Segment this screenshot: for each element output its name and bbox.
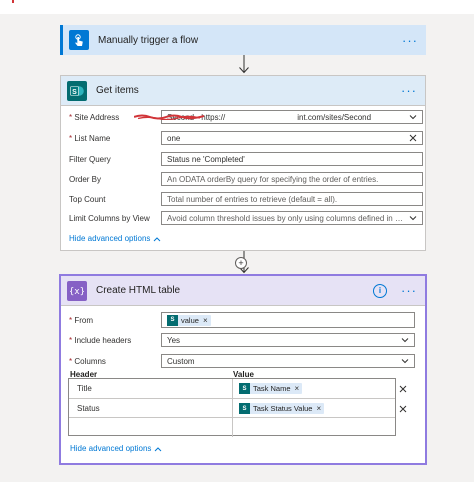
grid-value-cell[interactable]: S Task Name ×	[233, 379, 395, 398]
red-mark	[12, 0, 14, 3]
grid-value-cell-empty[interactable]	[233, 418, 395, 437]
limit-columns-placeholder: Avoid column threshold issues by only us…	[167, 213, 405, 223]
chevron-down-icon[interactable]	[409, 214, 417, 222]
info-icon[interactable]: i	[373, 283, 387, 298]
svg-text:{x}: {x}	[70, 287, 84, 297]
top-count-label: Top Count	[69, 194, 106, 204]
create-html-table-header[interactable]: {x} Create HTML table i ···	[61, 276, 425, 306]
delete-row-icon[interactable]	[399, 405, 407, 413]
chevron-up-icon	[155, 446, 162, 451]
include-headers-value: Yes	[167, 335, 181, 345]
dynamic-content-token[interactable]: S Task Status Value ×	[239, 403, 325, 414]
connector-arrow-1	[239, 55, 249, 74]
order-by-placeholder: An ODATA orderBy query for specifying th…	[167, 174, 379, 184]
hide-advanced-options-link[interactable]: Hide advanced options	[69, 234, 161, 243]
order-by-label: Order By	[69, 174, 102, 184]
trigger-header[interactable]: Manually trigger a flow ···	[63, 25, 426, 55]
top-strip	[0, 0, 474, 14]
trigger-title: Manually trigger a flow	[98, 34, 199, 46]
filter-query-label: Filter Query	[69, 154, 111, 164]
columns-grid: Title S Task Name × Status S Task Status…	[68, 378, 396, 437]
sharepoint-icon: S	[67, 80, 87, 101]
list-name-value: one	[167, 133, 181, 143]
get-items-more-button[interactable]: ···	[401, 84, 417, 97]
svg-text:S: S	[72, 89, 77, 96]
get-items-header[interactable]: S Get items ···	[61, 76, 425, 106]
filter-query-input[interactable]: Status ne 'Completed'	[161, 152, 423, 166]
filter-query-value: Status ne 'Completed'	[167, 154, 245, 164]
trigger-card[interactable]: Manually trigger a flow ···	[60, 25, 426, 55]
curly-braces-icon: {x}	[67, 280, 87, 301]
grid-header-cell[interactable]: Title	[69, 379, 233, 398]
top-count-placeholder: Total number of entries to retrieve (def…	[167, 194, 338, 204]
include-headers-dropdown[interactable]: Yes	[161, 333, 415, 347]
touch-hand-icon	[69, 30, 89, 50]
chevron-up-icon	[154, 236, 161, 241]
remove-token-icon[interactable]: ×	[295, 384, 300, 393]
get-items-card: S Get items ··· * Site Address Second - …	[60, 75, 426, 251]
get-items-title: Get items	[96, 85, 139, 96]
from-label: * From	[69, 315, 94, 325]
redaction-scribble	[134, 114, 204, 120]
chevron-down-icon[interactable]	[409, 113, 417, 121]
list-name-label: * List Name	[69, 133, 111, 143]
limit-columns-label: Limit Columns by View	[69, 213, 150, 223]
chevron-down-icon[interactable]	[401, 357, 409, 365]
sharepoint-icon: S	[167, 314, 178, 326]
grid-header-cell[interactable]: Status	[69, 399, 233, 418]
from-input[interactable]: S value ×	[161, 312, 415, 328]
top-count-input[interactable]: Total number of entries to retrieve (def…	[161, 192, 423, 206]
sharepoint-icon: S	[239, 383, 250, 394]
sharepoint-icon: S	[239, 403, 250, 414]
trigger-more-button[interactable]: ···	[402, 34, 418, 47]
dynamic-content-token[interactable]: S Task Name ×	[239, 383, 303, 394]
limit-columns-dropdown[interactable]: Avoid column threshold issues by only us…	[161, 211, 423, 225]
grid-header-cell-empty[interactable]	[69, 418, 233, 437]
include-headers-label: * Include headers	[69, 335, 132, 345]
chevron-down-icon[interactable]	[401, 336, 409, 344]
dynamic-content-token[interactable]: S value ×	[167, 314, 211, 326]
create-html-table-title: Create HTML table	[96, 285, 181, 296]
remove-token-icon[interactable]: ×	[203, 316, 208, 325]
delete-row-icon[interactable]	[399, 385, 407, 393]
clear-icon[interactable]	[409, 134, 417, 142]
insert-step-plus-button[interactable]: +	[235, 257, 247, 269]
grid-value-cell[interactable]: S Task Status Value ×	[233, 399, 395, 418]
order-by-input[interactable]: An ODATA orderBy query for specifying th…	[161, 172, 423, 186]
columns-label: * Columns	[69, 356, 106, 366]
hide-advanced-options-link[interactable]: Hide advanced options	[70, 444, 162, 453]
remove-token-icon[interactable]: ×	[316, 404, 321, 413]
create-html-table-more-button[interactable]: ···	[401, 284, 417, 297]
list-name-input[interactable]: one	[161, 131, 423, 145]
columns-value: Custom	[167, 356, 195, 366]
columns-dropdown[interactable]: Custom	[161, 354, 415, 368]
